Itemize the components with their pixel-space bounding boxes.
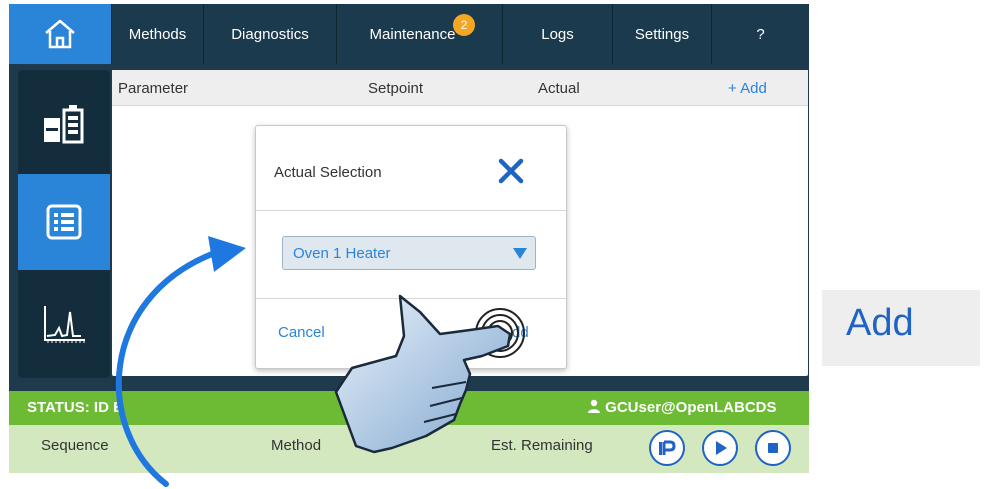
column-setpoint: Setpoint — [368, 80, 424, 97]
user-name: GCUser@OpenLABCDS — [605, 399, 777, 416]
sidebar-item-chromatogram[interactable] — [18, 276, 110, 372]
stop-run-button[interactable] — [755, 430, 791, 466]
tab-maintenance-label: Maintenance — [369, 25, 456, 43]
tab-logs-label: Logs — [541, 25, 574, 43]
tab-maintenance[interactable]: Maintenance 2 — [337, 4, 503, 64]
dialog-divider-top — [256, 210, 566, 211]
actual-selection-dialog: Actual Selection Oven 1 Heater Cancel dd — [255, 125, 567, 369]
add-callout: Add — [822, 290, 980, 366]
stop-icon — [768, 443, 778, 453]
sidebar — [18, 70, 110, 378]
tab-settings[interactable]: Settings — [613, 4, 712, 64]
tab-settings-label: Settings — [634, 25, 690, 43]
status-bar: STATUS: ID E GCUser@OpenLABCDS — [9, 391, 809, 425]
tab-diagnostics-label: Diagnostics — [231, 25, 309, 43]
dialog-title: Actual Selection — [274, 164, 382, 181]
method-label: Method — [271, 437, 322, 454]
chevron-down-icon — [513, 248, 527, 259]
list-icon — [46, 204, 82, 240]
tab-help-label: ? — [756, 25, 765, 43]
run-info-bar: Sequence Method Est. Remaining — [9, 425, 809, 473]
user-icon — [588, 399, 600, 413]
home-button[interactable] — [9, 4, 112, 64]
status-text: STATUS: ID E — [27, 399, 124, 416]
home-icon — [45, 19, 75, 49]
dropdown-value: Oven 1 Heater — [293, 244, 391, 262]
add-row-button[interactable]: + Add — [728, 80, 767, 97]
tab-methods-label: Methods — [128, 25, 187, 43]
instrument-screen: Methods Diagnostics Maintenance 2 Logs S… — [9, 4, 809, 473]
add-button[interactable]: dd — [512, 324, 529, 341]
prep-run-button[interactable] — [649, 430, 685, 466]
sidebar-item-method-parameters[interactable] — [18, 174, 110, 270]
table-header: Parameter Setpoint Actual + Add — [112, 70, 808, 106]
column-parameter: Parameter — [118, 80, 189, 97]
tab-logs[interactable]: Logs — [503, 4, 613, 64]
maintenance-count-badge: 2 — [453, 14, 475, 36]
sidebar-item-instrument-status[interactable] — [18, 76, 110, 172]
top-navigation: Methods Diagnostics Maintenance 2 Logs S… — [9, 4, 809, 64]
start-run-button[interactable] — [702, 430, 738, 466]
tab-methods[interactable]: Methods — [112, 4, 204, 64]
tab-diagnostics[interactable]: Diagnostics — [204, 4, 337, 64]
cancel-button[interactable]: Cancel — [278, 324, 325, 341]
chromatogram-icon — [44, 306, 85, 343]
remaining-label: Est. Remaining — [491, 437, 593, 454]
close-icon[interactable] — [496, 156, 526, 186]
play-icon — [716, 441, 727, 455]
dialog-divider-bottom — [256, 298, 566, 299]
instrument-status-icon — [44, 105, 84, 144]
tab-help[interactable]: ? — [712, 4, 809, 64]
actual-select-dropdown[interactable]: Oven 1 Heater — [282, 236, 536, 270]
prep-run-icon — [659, 440, 676, 455]
callout-text: Add — [846, 302, 914, 344]
column-actual: Actual — [538, 80, 580, 97]
sequence-label: Sequence — [41, 437, 109, 454]
user-label: GCUser@OpenLABCDS — [587, 399, 777, 416]
